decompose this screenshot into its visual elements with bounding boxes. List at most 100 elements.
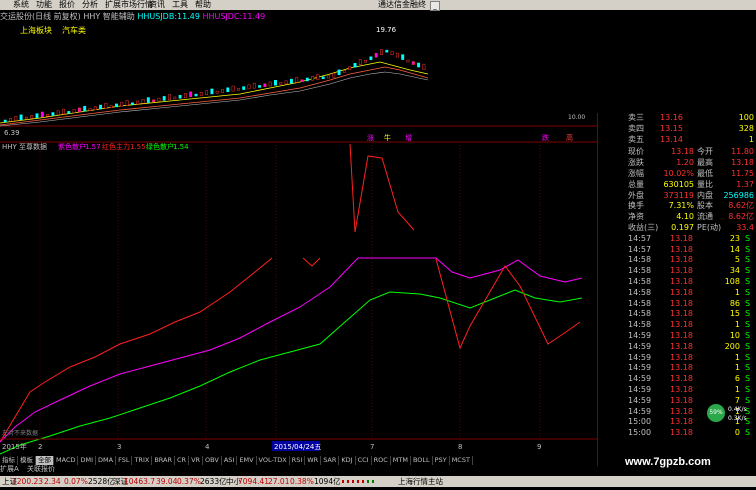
sub-chart-title: HHY 至尊数据 <box>2 142 47 151</box>
ask-level-label: 卖三 <box>628 113 644 122</box>
candle <box>46 113 50 117</box>
candle <box>51 112 55 116</box>
tick-time: 14:59 <box>628 395 652 405</box>
tick-volume: 108 <box>724 277 740 286</box>
candle <box>332 73 336 78</box>
stat-label-right: 今开 <box>697 147 713 157</box>
download-speed: 0.3K/s <box>728 415 747 422</box>
tab-indicator-21[interactable]: MTM <box>391 456 411 465</box>
main-kline-chart[interactable]: 上海板块 汽车类 19.76 6.39 涨 牛 增 跌 高 10.00 <box>0 25 597 142</box>
indicator-tab-bar: 指标 模板 全部 MACD DMI DMA FSL TRIX BRAR CR VR OBV ASI EMV… <box>0 455 597 465</box>
timeline-label-aug: 8 <box>458 443 462 451</box>
candle <box>236 88 240 91</box>
sh-index-pct: 0.07% <box>64 477 88 486</box>
candle <box>205 90 209 95</box>
tab-indicator-12[interactable]: ASI <box>222 456 238 465</box>
stat-label-right: 股本 <box>697 201 713 211</box>
tick-price: 13.18 <box>670 395 693 405</box>
tab-indicator-16[interactable]: WR <box>305 456 322 465</box>
tab-indicator-5[interactable]: DMA <box>96 456 117 465</box>
sh-index-change: 2.34 <box>44 477 61 486</box>
stat-value-left: 373119 <box>663 190 694 200</box>
upload-speed: 0.4K/s <box>728 406 747 413</box>
tab-related-quote[interactable]: 关联报价 <box>27 465 55 473</box>
tick-volume: 14 <box>729 244 740 254</box>
tab-indicator-23[interactable]: PSY <box>433 456 450 465</box>
sz-index-value[interactable]: 10463.7 <box>124 476 155 487</box>
tick-price: 13.18 <box>670 417 693 427</box>
candlesticks <box>3 49 426 123</box>
tab-indicator-7[interactable]: TRIX <box>132 456 153 465</box>
tick-price: 13.18 <box>670 309 693 319</box>
candle <box>104 103 108 109</box>
menu-function[interactable]: 功能 <box>33 0 55 10</box>
timeline-label-apr: 4 <box>205 443 210 451</box>
tick-side: S <box>745 255 751 265</box>
tick-row: 14:58 13.18 108 S <box>598 277 756 288</box>
tab-indicator-10[interactable]: VR <box>189 456 204 465</box>
candle <box>162 96 166 101</box>
sub-tab-bar: 扩展A 关联报价 <box>0 464 61 474</box>
tab-indicator-11[interactable]: OBV <box>203 456 222 465</box>
menu-news[interactable]: 资讯 <box>146 0 168 10</box>
tick-side: S <box>745 352 751 362</box>
tab-indicator-13[interactable]: EMV <box>237 456 257 465</box>
hhusjdc-label: HHUSJDC: <box>202 12 243 21</box>
tab-indicator-22[interactable]: BOLL <box>411 456 433 465</box>
candle <box>130 102 134 105</box>
candle <box>72 109 76 113</box>
sub-indicator-chart[interactable]: HHY 至尊数据 紫色散户 1.57 红色主力 1.55 绿色散户 1.54 左… <box>0 141 597 455</box>
tab-indicator-8[interactable]: BRAR <box>152 456 175 465</box>
minimize-icon[interactable]: _ <box>430 1 440 11</box>
candle <box>210 88 214 95</box>
network-speed-ball[interactable]: 59% <box>707 404 725 422</box>
tab-indicator-14[interactable]: VOL-TDX <box>257 456 290 465</box>
tab-indicator-4[interactable]: DMI <box>78 456 97 465</box>
candle <box>35 113 39 118</box>
tab-indicator-20[interactable]: ROC <box>372 456 391 465</box>
tab-indicator-6[interactable]: FSL <box>116 456 133 465</box>
timeline-label-mar: 3 <box>117 443 121 451</box>
chart-area[interactable]: 上海板块 汽车类 19.76 6.39 涨 牛 增 跌 高 10.00 HHY … <box>0 22 597 455</box>
tick-row: 14:58 13.18 34 S <box>598 266 756 277</box>
tick-price: 13.18 <box>670 255 693 265</box>
tab-indicator-17[interactable]: SAR <box>321 456 340 465</box>
tab-indicator-15[interactable]: RSI <box>290 456 306 465</box>
candle <box>56 110 60 116</box>
candle <box>406 59 410 63</box>
tick-side: S <box>745 309 751 319</box>
tab-extended-a[interactable]: 扩展A <box>0 465 19 473</box>
tick-side: S <box>745 277 751 286</box>
menu-help[interactable]: 帮助 <box>192 0 214 10</box>
tick-row: 14:59 13.18 1 S <box>598 363 756 374</box>
menu-system[interactable]: 系统 <box>10 0 32 10</box>
tab-indicator-9[interactable]: CR <box>175 456 190 465</box>
candle <box>390 51 394 55</box>
tick-price: 13.18 <box>670 298 693 308</box>
sh-index-value[interactable]: 3200.23 <box>12 476 43 487</box>
stat-label-right: 流通 <box>697 212 713 222</box>
menu-bar: 系统 功能 报价 分析 扩展市场行情 资讯 工具 帮助 通达信金融终 _ <box>0 0 756 11</box>
menu-analysis[interactable]: 分析 <box>79 0 101 10</box>
menu-quote[interactable]: 报价 <box>56 0 78 10</box>
marker-high: 高 <box>566 133 573 142</box>
stat-value-left: 7.31% <box>668 201 694 211</box>
right-axis-tick: 10.00 <box>568 114 585 121</box>
candle <box>194 93 198 97</box>
candle <box>115 103 118 108</box>
candle <box>30 115 34 119</box>
feed-server-name[interactable]: 上海行情主站 <box>398 476 443 487</box>
candle <box>274 80 277 86</box>
tab-indicator-24[interactable]: MCST <box>450 456 473 465</box>
tab-indicator-19[interactable]: CCI <box>356 456 372 465</box>
red-main-force-line <box>0 257 273 443</box>
zx-index-value[interactable]: 7094.41 <box>238 476 269 487</box>
purple-retail-line <box>0 257 583 443</box>
tab-indicator-18[interactable]: KDJ <box>339 456 356 465</box>
menu-tools[interactable]: 工具 <box>169 0 191 10</box>
candle <box>183 93 187 98</box>
candle <box>295 77 299 83</box>
marker-bull: 牛 <box>384 133 391 142</box>
tick-side: S <box>745 266 751 276</box>
stat-value-left: 4.10 <box>676 212 694 222</box>
